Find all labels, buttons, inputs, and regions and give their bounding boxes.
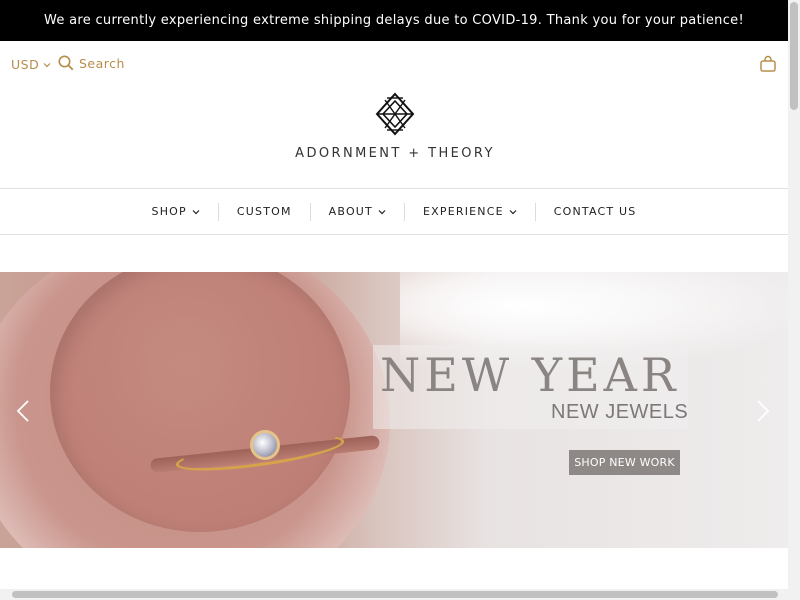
ring-stone [250,430,280,460]
main-nav: SHOP CUSTOM ABOUT EXPERIENCE CONTACT US [0,188,788,235]
nav-item-label: CUSTOM [236,205,292,218]
nav-item-label: SHOP [151,205,187,218]
vertical-scrollbar-thumb[interactable] [790,2,798,110]
shopping-bag-icon [760,55,776,72]
ring-box-cushion [50,272,350,532]
slideshow-prev-button[interactable] [16,399,30,427]
chevron-down-icon [43,62,51,67]
search-button[interactable]: Search [58,55,125,71]
logo-mark-icon [375,92,415,136]
vertical-scrollbar[interactable] [788,0,800,600]
nav-item-label: ABOUT [328,205,373,218]
brand-name: ADORNMENT + THEORY [295,146,495,161]
chevron-down-icon [192,209,200,214]
nav-item-experience[interactable]: EXPERIENCE [405,202,535,222]
horizontal-scrollbar[interactable] [0,589,788,600]
shop-new-work-button[interactable]: SHOP NEW WORK [569,450,680,475]
currency-selector[interactable]: USD [11,57,51,72]
horizontal-scrollbar-thumb[interactable] [12,591,778,598]
nav-item-about[interactable]: ABOUT [311,202,404,222]
chevron-right-icon [757,400,770,422]
nav-item-custom[interactable]: CUSTOM [219,202,310,222]
ring-box-image [0,272,390,548]
announcement-bar: We are currently experiencing extreme sh… [0,0,788,41]
utility-bar: USD Search [0,41,788,89]
chevron-down-icon [509,209,517,214]
search-icon [58,55,74,71]
hero-subtitle: NEW JEWELS [551,401,689,423]
currency-label: USD [11,57,40,72]
chevron-left-icon [16,400,29,422]
search-label: Search [79,55,125,71]
hero-slideshow: NEW YEAR NEW JEWELS SHOP NEW WORK [0,272,788,548]
announcement-text: We are currently experiencing extreme sh… [44,13,744,28]
nav-item-label: CONTACT US [553,205,637,218]
hero-title: NEW YEAR [380,348,680,402]
nav-item-shop[interactable]: SHOP [134,202,218,222]
nav-item-contact-us[interactable]: CONTACT US [536,202,655,222]
slideshow-next-button[interactable] [756,399,770,427]
nav-item-label: EXPERIENCE [422,205,504,218]
brand-logo[interactable]: ADORNMENT + THEORY [290,92,500,164]
cart-button[interactable] [759,55,777,77]
chevron-down-icon [378,209,386,214]
